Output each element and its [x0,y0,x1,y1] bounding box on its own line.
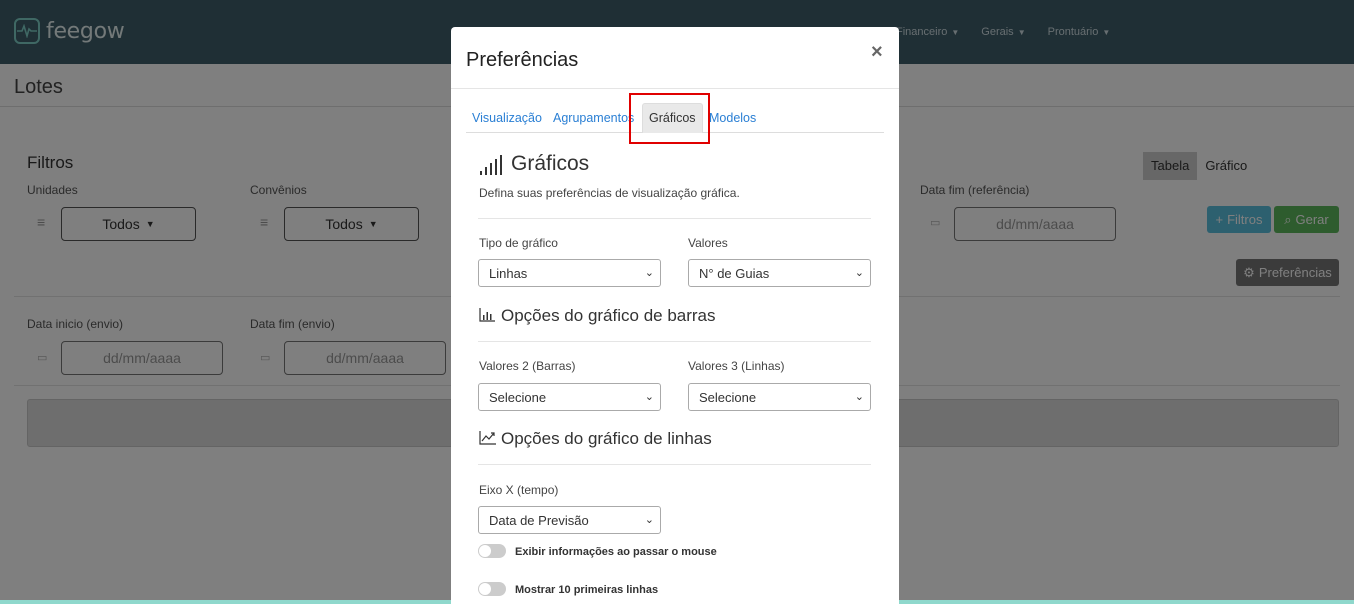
line-chart-icon [479,431,496,445]
divider [478,464,871,465]
section-title: Gráficos [511,152,590,175]
select-value: Linhas [489,266,528,281]
close-icon[interactable]: × [871,41,883,64]
hover-info-label: Exibir informações ao passar o mouse [515,546,717,558]
chevron-down-icon: ⌄ [854,267,864,279]
divider [478,218,871,219]
section-description: Defina suas preferências de visualização… [479,186,740,200]
valores2-label: Valores 2 (Barras) [479,359,576,373]
valores3-select[interactable]: Selecione ⌄ [688,383,871,411]
modal-title: Preferências [466,49,579,71]
bar-chart-icon [479,308,495,322]
line-options-title: Opções do gráfico de linhas [501,429,712,448]
select-value: Data de Previsão [489,513,589,528]
valores-select[interactable]: N° de Guias ⌄ [688,259,871,287]
hover-info-toggle[interactable] [478,544,506,558]
eixo-x-label: Eixo X (tempo) [479,483,559,497]
preferences-modal: Preferências × Visualização Agrupamentos… [451,27,899,604]
divider [478,341,871,342]
bar-options-title: Opções do gráfico de barras [501,306,716,325]
tab-visualizacao[interactable]: Visualização [472,103,542,133]
valores3-label: Valores 3 (Linhas) [688,359,785,373]
valores2-select[interactable]: Selecione ⌄ [478,383,661,411]
tab-agrupamentos[interactable]: Agrupamentos [553,103,634,133]
chevron-down-icon: ⌄ [644,391,654,403]
select-value: Selecione [699,390,757,405]
signal-bars-icon [480,155,502,175]
divider [451,88,899,89]
eixo-x-select[interactable]: Data de Previsão ⌄ [478,506,661,534]
chevron-down-icon: ⌄ [854,391,864,403]
tipo-grafico-select[interactable]: Linhas ⌄ [478,259,661,287]
chevron-down-icon: ⌄ [644,267,654,279]
tab-modelos[interactable]: Modelos [709,103,756,133]
highlight-box [629,93,710,144]
first-10-rows-label: Mostrar 10 primeiras linhas [515,584,659,596]
select-value: N° de Guias [699,266,770,281]
first-10-rows-toggle[interactable] [478,582,506,596]
valores-label: Valores [688,236,728,250]
select-value: Selecione [489,390,547,405]
chevron-down-icon: ⌄ [644,514,654,526]
tipo-grafico-label: Tipo de gráfico [479,236,558,250]
